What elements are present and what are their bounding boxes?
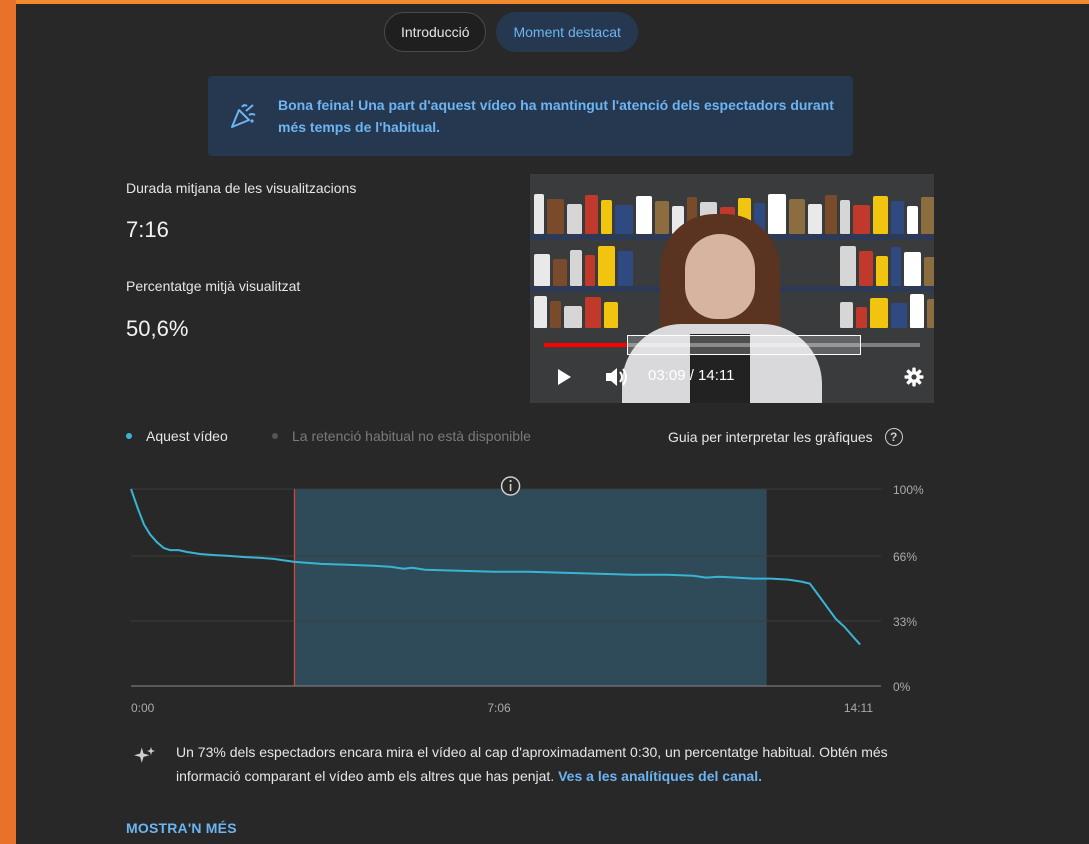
chart-guide-link[interactable]: Guia per interpretar les gràfiques ? — [668, 428, 903, 446]
play-icon[interactable] — [556, 368, 572, 386]
bottle — [636, 196, 652, 234]
bottle — [534, 296, 547, 328]
legend-typical: La retenció habitual no està disponible — [272, 428, 531, 444]
bottle — [534, 254, 550, 286]
bottle — [789, 199, 805, 234]
settings-icon[interactable] — [904, 367, 924, 387]
legend-typical-label: La retenció habitual no està disponible — [292, 428, 531, 444]
bottle — [891, 201, 904, 234]
y-tick-label: 0% — [893, 680, 911, 694]
x-tick-label: 0:00 — [131, 701, 155, 715]
bottle — [601, 200, 612, 234]
tab-moment-destacat[interactable]: Moment destacat — [496, 12, 638, 52]
banner-text: Bona feina! Una part d'aquest vídeo ha m… — [278, 97, 834, 135]
seek-preview-box — [627, 335, 861, 355]
bottle — [825, 195, 837, 234]
insight-text-block: Un 73% dels espectadors encara mira el v… — [176, 740, 936, 788]
bottle — [550, 301, 561, 328]
channel-analytics-link[interactable]: Ves a les analítiques del canal. — [558, 768, 762, 784]
bottle — [808, 204, 822, 234]
bottle — [567, 204, 582, 234]
bottle — [840, 200, 850, 234]
help-circle-icon[interactable]: ? — [884, 428, 903, 446]
bottle — [891, 247, 901, 286]
bottle — [921, 197, 934, 234]
bottle — [870, 298, 888, 328]
avg-percent-label: Percentatge mitjà visualitzat — [126, 278, 301, 294]
tab-bar: Introducció Moment destacat — [384, 12, 638, 52]
bottle — [873, 196, 888, 234]
legend-this-video: Aquest vídeo — [126, 428, 228, 444]
avg-duration-label: Durada mitjana de les visualitzacions — [126, 180, 357, 196]
bottle — [570, 250, 582, 286]
volume-icon[interactable] — [604, 366, 630, 388]
series-dot — [126, 433, 132, 439]
bottle — [585, 255, 595, 286]
video-time-display: 03:09 / 14:11 — [648, 367, 735, 384]
y-tick-label: 100% — [893, 483, 924, 497]
bottle — [840, 302, 853, 328]
bottle — [924, 257, 934, 286]
party-popper-icon — [231, 104, 256, 128]
bottle — [598, 246, 615, 286]
bottle — [840, 246, 856, 286]
x-tick-label: 7:06 — [487, 701, 511, 715]
bottle — [604, 302, 618, 328]
bottle — [585, 297, 601, 328]
y-tick-label: 33% — [893, 615, 917, 629]
avg-duration-value: 7:16 — [126, 217, 169, 242]
avg-percent-value: 50,6% — [126, 316, 189, 341]
bottle — [891, 303, 907, 328]
bottle — [585, 195, 598, 234]
sparkle-icon — [134, 747, 155, 763]
highlight-band — [294, 489, 767, 686]
x-tick-label: 14:11 — [844, 701, 873, 715]
info-icon-dot — [509, 479, 512, 483]
retention-chart: 100% 66% 33% 0% 0:00 7:06 14:11 — [130, 476, 924, 715]
bottle — [553, 259, 567, 286]
bottle — [904, 252, 921, 286]
bottle — [910, 294, 924, 328]
bottle — [618, 251, 633, 286]
retention-panel: Introducció Moment destacat Bona feina! … — [16, 0, 1089, 844]
bottle — [927, 299, 934, 328]
y-tick-label: 66% — [893, 550, 917, 564]
tab-introduccio[interactable]: Introducció — [384, 12, 487, 52]
bottle — [856, 307, 867, 328]
bottle — [564, 306, 582, 328]
person-face — [685, 234, 755, 319]
chart-guide-label: Guia per interpretar les gràfiques — [668, 429, 873, 445]
legend-this-video-label: Aquest vídeo — [146, 428, 228, 444]
bottle — [859, 251, 873, 286]
bottle — [655, 201, 669, 234]
show-more-button[interactable]: MOSTRA'N MÉS — [126, 820, 237, 836]
video-progress-fill — [544, 343, 628, 347]
bottle — [534, 194, 544, 234]
bottle — [876, 256, 888, 286]
bottle — [768, 194, 786, 234]
video-player[interactable]: 03:09 / 14:11 — [530, 174, 934, 403]
bottle — [547, 199, 564, 234]
bottle — [615, 205, 633, 234]
highlight-banner: Bona feina! Una part d'aquest vídeo ha m… — [208, 76, 853, 156]
typical-dot — [272, 433, 278, 439]
bottle — [853, 205, 870, 234]
bottle — [907, 206, 918, 234]
insight-text: Un 73% dels espectadors encara mira el v… — [176, 744, 888, 784]
